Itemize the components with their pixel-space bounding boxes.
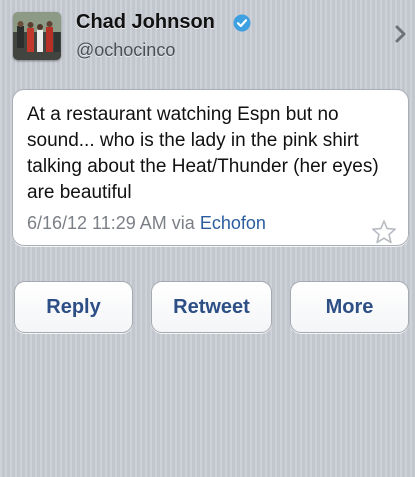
display-name: Chad Johnson (76, 11, 215, 33)
tweet-source-link[interactable]: Echofon (200, 213, 266, 233)
verified-badge-icon (233, 14, 251, 32)
chevron-right-icon[interactable] (394, 24, 408, 44)
handle: @ochocinco (76, 40, 176, 60)
avatar[interactable] (13, 12, 61, 60)
tweet-text: At a restaurant watching Espn but no sou… (27, 104, 379, 203)
avatar-photo (13, 12, 61, 60)
star-icon[interactable] (371, 219, 397, 245)
more-button[interactable]: More (290, 281, 409, 333)
profile-header[interactable]: Chad Johnson @ochocinco (0, 0, 415, 70)
tweet-timestamp: 6/16/12 11:29 AM (27, 213, 167, 233)
reply-button[interactable]: Reply (14, 281, 133, 333)
via-label: via (171, 213, 195, 233)
tweet-card: At a restaurant watching Espn but no sou… (12, 89, 409, 246)
retweet-button[interactable]: Retweet (151, 281, 272, 333)
tweet-meta: 6/16/12 11:29 AM via Echofon (27, 213, 266, 234)
